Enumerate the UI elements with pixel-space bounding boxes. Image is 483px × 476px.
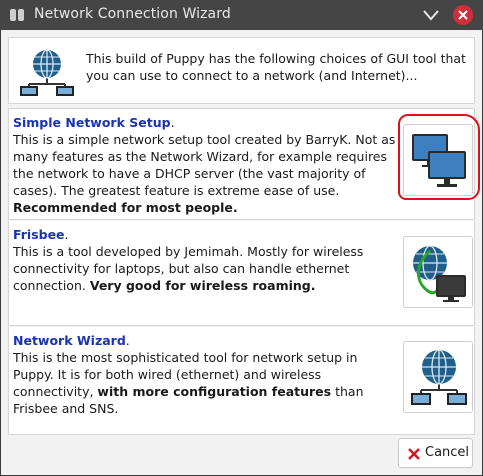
app-icon	[10, 9, 24, 21]
intro-panel: This build of Puppy has the following ch…	[8, 37, 475, 104]
option-description: Network Wizard. This is the most sophist…	[13, 333, 364, 416]
network-globe-icon	[411, 349, 467, 405]
network-wizard-window: Network Connection Wizard This build of …	[0, 0, 483, 476]
cancel-x-icon	[408, 448, 420, 460]
window-title: Network Connection Wizard	[34, 6, 231, 22]
cancel-label: Cancel	[425, 445, 470, 460]
network-wizard-button[interactable]	[403, 341, 473, 413]
option-title: Frisbee	[13, 227, 65, 242]
simple-network-setup-button[interactable]	[403, 124, 473, 196]
dialog-body: This build of Puppy has the following ch…	[1, 30, 482, 475]
frisbee-button[interactable]	[403, 236, 473, 308]
option-description: Simple Network Setup. This is a simple n…	[13, 115, 396, 215]
intro-text: This build of Puppy has the following ch…	[86, 51, 466, 83]
option-network-wizard: Network Wizard. This is the most sophist…	[8, 327, 475, 435]
option-simple-network-setup: Simple Network Setup. This is a simple n…	[8, 108, 480, 220]
option-title: Simple Network Setup	[13, 115, 171, 130]
option-bold-note: Very good for wireless roaming.	[89, 278, 316, 293]
option-description: Frisbee. This is a tool developed by Jem…	[13, 227, 364, 293]
title-bar[interactable]: Network Connection Wizard	[0, 0, 483, 30]
close-window-icon[interactable]	[452, 4, 474, 26]
wireless-globe-monitor-icon	[413, 245, 466, 302]
option-bold-note: Recommended for most people.	[13, 200, 238, 215]
cancel-button[interactable]: Cancel	[398, 438, 473, 468]
option-body: This is a simple network setup tool crea…	[13, 132, 396, 198]
option-bold-note: with more configuration features	[97, 384, 332, 399]
option-frisbee: Frisbee. This is a tool developed by Jem…	[8, 221, 475, 326]
option-title: Network Wizard	[13, 333, 126, 348]
two-monitors-icon	[412, 134, 466, 187]
network-globe-icon	[20, 49, 74, 96]
minimize-chevron-icon[interactable]	[420, 4, 442, 26]
